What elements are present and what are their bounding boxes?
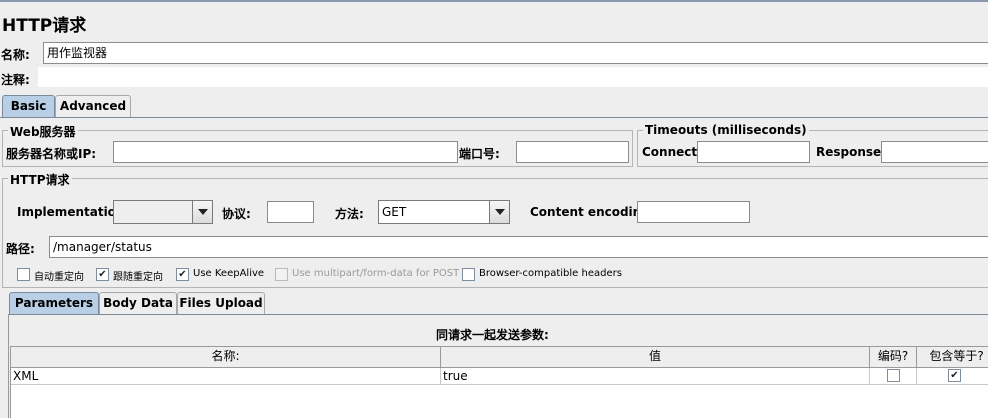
implementation-value [114,201,192,223]
encoding-label: Content encoding: [530,205,655,219]
implementation-dropdown-button[interactable] [192,201,212,223]
method-select[interactable]: GET [378,200,510,224]
tab-basic[interactable]: Basic [2,95,55,117]
response-label: Response: [816,145,886,159]
follow-redirect-label: 跟随重定向 [113,272,163,283]
port-label: 端口号: [459,147,500,161]
keepalive-checkbox[interactable] [176,268,189,281]
page-title: HTTP请求 [2,16,87,36]
port-field[interactable] [516,141,629,163]
tab-parameters[interactable]: Parameters [9,292,99,314]
comment-label: 注释: [1,73,30,87]
method-dropdown-button[interactable] [489,201,509,223]
param-include-equals-cell [917,368,988,385]
protocol-field[interactable] [267,201,314,223]
implementation-select[interactable] [113,200,213,224]
chevron-down-icon [494,209,505,215]
auto-redirect-checkbox[interactable] [17,268,30,281]
keepalive-label: Use KeepAlive [193,268,265,279]
http-request-title: HTTP请求 [8,171,72,188]
param-include-equals-checkbox[interactable] [948,369,961,382]
browser-headers-label: Browser-compatible headers [479,268,622,279]
param-value-cell[interactable]: true [441,368,870,385]
auto-redirect-label: 自动重定向 [34,272,84,283]
chevron-down-icon [197,209,208,215]
follow-redirect-checkbox[interactable] [96,268,109,281]
path-label: 路径: [6,242,35,256]
tab-strip-line [0,117,988,118]
encoding-field[interactable] [637,201,750,223]
server-label: 服务器名称或IP: [6,147,97,161]
subtab-panel-border [8,314,9,418]
column-header-include-equals[interactable]: 包含等于? [917,347,988,368]
method-value: GET [382,205,407,219]
multipart-checkbox[interactable] [275,268,288,281]
name-label: 名称: [1,48,30,62]
name-field[interactable]: 用作监视器 [43,42,988,64]
connect-field[interactable] [697,141,810,163]
window-top-border [0,0,988,2]
response-field[interactable] [881,141,988,163]
web-server-title: Web服务器 [8,123,78,140]
column-header-encode[interactable]: 编码? [870,347,917,368]
subtab-strip-line [8,314,988,315]
param-encode-checkbox[interactable] [887,369,900,382]
protocol-label: 协议: [222,207,251,221]
column-header-name[interactable]: 名称: [11,347,441,368]
column-header-value[interactable]: 值 [441,347,870,368]
params-heading: 同请求一起发送参数: [436,328,549,342]
tab-body-data[interactable]: Body Data [99,292,177,314]
tab-files-upload[interactable]: Files Upload [177,292,265,314]
browser-headers-checkbox[interactable] [462,268,475,281]
tab-advanced[interactable]: Advanced [55,95,131,117]
comment-field[interactable] [38,67,988,87]
connect-label: Connect: [642,145,702,159]
timeouts-title: Timeouts (milliseconds) [643,123,809,137]
params-table: 名称: 值 编码? 包含等于? XML true [10,346,988,418]
method-label: 方法: [335,207,364,221]
server-field[interactable] [113,141,458,163]
path-field[interactable]: /manager/status [49,236,988,258]
param-name-cell[interactable]: XML [11,368,441,385]
param-encode-cell [870,368,917,385]
multipart-label: Use multipart/form-data for POST [292,268,460,279]
